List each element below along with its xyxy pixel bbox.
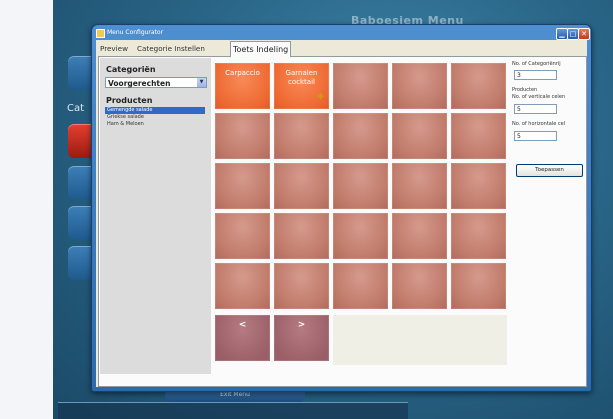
tile-label <box>215 163 270 169</box>
vertical-cells-label: No. of verticale celen <box>512 94 566 100</box>
product-tile[interactable]: Garnalen cocktail ✥ <box>274 63 329 109</box>
empty-tile[interactable] <box>215 213 270 259</box>
next-page-label: > <box>297 320 306 330</box>
menu-configurator-window: Menu Configurator ▁ □ ✕ Preview Categori… <box>91 24 592 392</box>
categories-count-input[interactable]: 3 <box>514 70 557 80</box>
tile-label <box>451 113 506 119</box>
tile-label: Carpaccio <box>225 69 260 77</box>
product-item[interactable]: Gemengde salade <box>105 107 205 114</box>
tile-label <box>333 113 388 119</box>
empty-tile[interactable] <box>274 263 329 309</box>
empty-tile[interactable] <box>392 113 447 159</box>
category-dropdown[interactable]: Voorgerechten ▼ <box>105 77 207 88</box>
empty-tile[interactable] <box>274 113 329 159</box>
background-bottom-bar <box>58 402 408 419</box>
close-icon[interactable]: ✕ <box>578 28 590 40</box>
button-layout-grid: Garnalen cocktail ✥ Carpaccio < > <box>215 63 507 365</box>
tile-label <box>392 63 447 69</box>
tile-label <box>392 263 447 269</box>
categories-label: Categoriën <box>106 65 156 74</box>
empty-tile[interactable] <box>333 63 388 109</box>
empty-tile[interactable] <box>333 213 388 259</box>
empty-tile[interactable] <box>333 263 388 309</box>
empty-tile[interactable] <box>451 163 506 209</box>
empty-tile[interactable] <box>274 213 329 259</box>
apply-button[interactable]: Toepassen <box>516 164 583 177</box>
tile-label <box>274 163 329 169</box>
horizontal-cells-input[interactable]: 5 <box>514 131 557 141</box>
products-label: Producten <box>106 96 153 105</box>
tile-label: Garnalen cocktail <box>285 69 318 86</box>
right-products-label: Producten <box>512 87 538 93</box>
empty-tile[interactable] <box>451 113 506 159</box>
tab-preview[interactable]: Preview <box>98 42 130 55</box>
app-icon <box>96 29 105 38</box>
product-item[interactable]: Ham & Meloen <box>105 121 205 128</box>
chevron-down-icon[interactable]: ▼ <box>197 78 206 87</box>
move-cursor-icon: ✥ <box>317 92 324 101</box>
tile-label <box>333 63 388 69</box>
empty-tile[interactable] <box>451 63 506 109</box>
prev-page-label: < <box>238 320 247 330</box>
tab-categorie-instellen[interactable]: Categorie Instellen <box>135 42 207 55</box>
tile-label <box>215 113 270 119</box>
tile-label <box>451 263 506 269</box>
empty-tile[interactable] <box>392 163 447 209</box>
tile-label <box>215 213 270 219</box>
tile-label <box>333 263 388 269</box>
background-category-label: Cat <box>67 103 85 114</box>
empty-tile[interactable] <box>215 263 270 309</box>
tile-label <box>333 213 388 219</box>
tile-label <box>274 113 329 119</box>
empty-tile[interactable] <box>215 163 270 209</box>
tile-label <box>392 113 447 119</box>
empty-tile[interactable] <box>392 63 447 109</box>
products-list[interactable]: Gemengde salade Griekse salade Ham & Mel… <box>105 107 205 128</box>
empty-tile[interactable] <box>392 263 447 309</box>
tile-label <box>392 213 447 219</box>
empty-tile[interactable] <box>215 113 270 159</box>
tile-label <box>451 163 506 169</box>
window-titlebar[interactable]: Menu Configurator ▁ □ ✕ <box>92 25 591 40</box>
vertical-cells-input[interactable]: 5 <box>514 104 557 114</box>
grid-empty-area <box>333 315 507 365</box>
product-item[interactable]: Griekse salade <box>105 114 205 121</box>
tile-label <box>333 163 388 169</box>
window-client-area: Preview Categorie Instellen Toets Indeli… <box>96 40 587 387</box>
tile-label <box>392 163 447 169</box>
next-page-button[interactable]: > <box>274 315 329 361</box>
left-panel: Categoriën Voorgerechten ▼ Producten Gem… <box>100 58 211 374</box>
prev-page-button[interactable]: < <box>215 315 270 361</box>
tile-label <box>274 213 329 219</box>
window-title: Menu Configurator <box>107 29 164 36</box>
tile-label <box>451 63 506 69</box>
tile-label <box>274 263 329 269</box>
empty-tile[interactable] <box>392 213 447 259</box>
categories-count-label: No. of Categoriënrij <box>512 61 561 67</box>
category-dropdown-value: Voorgerechten <box>108 79 171 88</box>
empty-tile[interactable] <box>451 213 506 259</box>
tab-toets-indeling[interactable]: Toets Indeling <box>230 41 292 57</box>
right-panel: No. of Categoriënrij 3 Producten No. of … <box>510 58 584 368</box>
empty-tile[interactable] <box>333 163 388 209</box>
empty-tile[interactable] <box>333 113 388 159</box>
tile-label <box>215 263 270 269</box>
horizontal-cells-label: No. of horizontale cel <box>512 121 566 127</box>
empty-tile[interactable] <box>274 163 329 209</box>
product-tile[interactable]: Carpaccio <box>215 63 270 109</box>
tile-label <box>451 213 506 219</box>
empty-tile[interactable] <box>451 263 506 309</box>
toets-indeling-panel: Categoriën Voorgerechten ▼ Producten Gem… <box>98 56 587 387</box>
